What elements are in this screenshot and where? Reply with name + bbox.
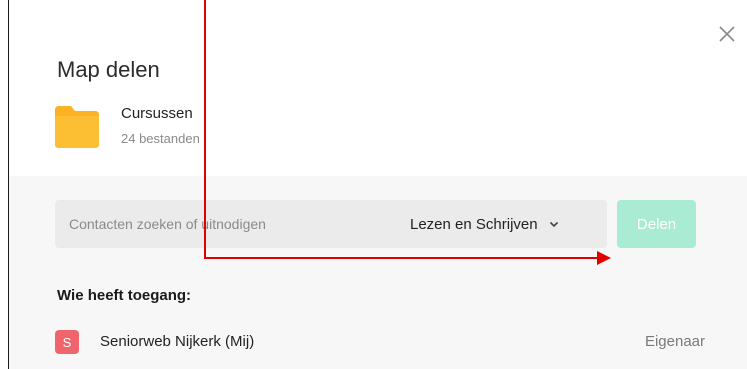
close-icon[interactable] bbox=[715, 22, 739, 46]
permission-dropdown[interactable]: Lezen en Schrijven bbox=[410, 200, 560, 248]
member-name: Seniorweb Nijkerk (Mij) bbox=[100, 333, 255, 350]
member-role: Eigenaar bbox=[644, 333, 705, 350]
member-row: S Seniorweb Nijkerk (Mij) Eigenaar bbox=[55, 328, 705, 356]
folder-file-count: 24 bestanden bbox=[121, 131, 200, 146]
permission-label: Lezen en Schrijven bbox=[410, 215, 538, 233]
search-input[interactable] bbox=[69, 200, 369, 248]
share-button[interactable]: Delen bbox=[617, 200, 696, 248]
share-panel: Lezen en Schrijven Delen Wie heeft toega… bbox=[9, 176, 747, 369]
share-folder-dialog: Map delen Cursussen 24 bestanden Lezen e… bbox=[8, 0, 747, 369]
avatar: S bbox=[55, 330, 79, 354]
access-heading: Wie heeft toegang: bbox=[57, 287, 192, 304]
folder-name: Cursussen bbox=[121, 105, 193, 122]
folder-icon bbox=[55, 106, 99, 148]
chevron-down-icon bbox=[549, 221, 558, 228]
dialog-title: Map delen bbox=[57, 57, 160, 82]
search-box: Lezen en Schrijven bbox=[55, 200, 607, 248]
